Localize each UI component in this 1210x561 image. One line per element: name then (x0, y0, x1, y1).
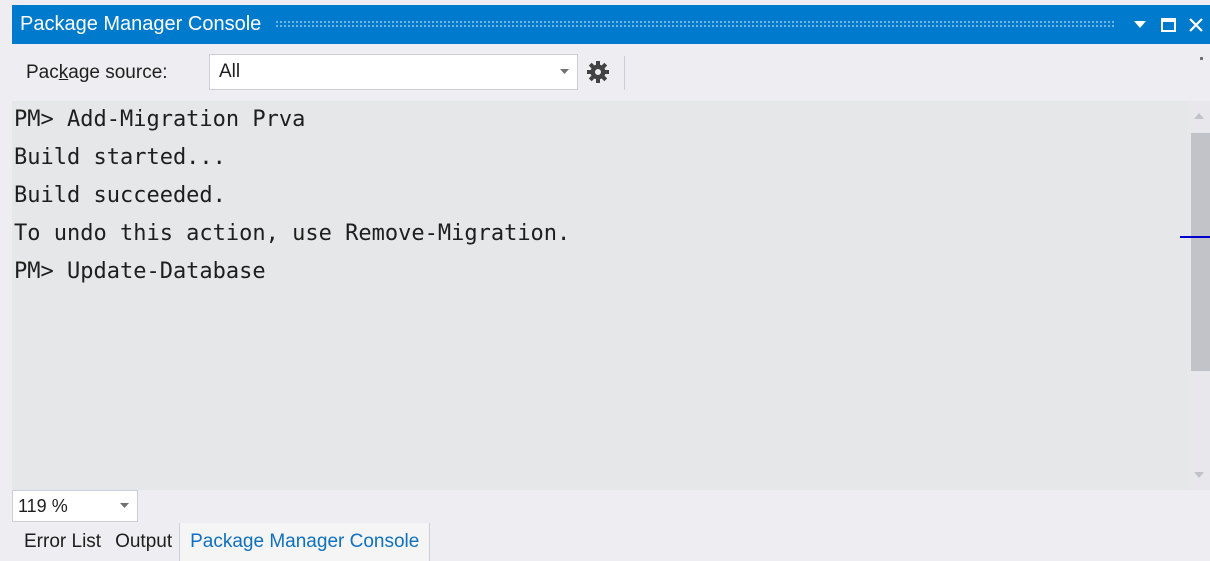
vertical-scrollbar[interactable] (1180, 101, 1210, 490)
console-toolbar: Package source: All (12, 44, 1210, 101)
maximize-icon (1160, 17, 1176, 32)
console-line: PM> Update-Database (14, 259, 266, 284)
tab-package-manager-console[interactable]: Package Manager Console (179, 523, 431, 561)
console-line: Build succeeded. (14, 183, 226, 208)
scroll-down-button[interactable] (1188, 460, 1210, 490)
scroll-position-marker (1180, 236, 1210, 238)
package-source-value: All (219, 61, 241, 82)
settings-button[interactable] (584, 58, 612, 86)
window-position-dropdown-button[interactable] (1126, 5, 1154, 44)
package-source-dropdown[interactable]: All (209, 54, 578, 90)
close-icon (1189, 17, 1203, 32)
maximize-button[interactable] (1154, 5, 1182, 44)
tab-error-list[interactable]: Error List (12, 523, 108, 561)
dropdown-arrow-icon (1134, 20, 1146, 28)
close-button[interactable] (1182, 5, 1210, 44)
scroll-up-icon (1194, 113, 1204, 119)
package-source-label: Package source: (26, 61, 168, 83)
gear-icon (587, 61, 609, 83)
zoom-level-value: 119 % (18, 495, 68, 516)
chevron-down-icon[interactable] (551, 69, 577, 75)
drag-grip[interactable] (275, 20, 1114, 29)
tool-window-tabs: Error List Output Package Manager Consol… (12, 523, 1210, 561)
console-line: To undo this action, use Remove-Migratio… (14, 221, 571, 246)
console-line: PM> Add-Migration Prva (14, 107, 306, 132)
console-line: Build started... (14, 145, 226, 170)
zoom-level-dropdown[interactable]: 119 % (12, 490, 138, 522)
toolbar-overflow-indicator[interactable] (1200, 57, 1203, 60)
tab-output[interactable]: Output (108, 523, 179, 561)
chevron-down-icon[interactable] (111, 503, 137, 509)
console-output[interactable]: PM> Add-Migration Prva Build started... … (12, 101, 1188, 490)
toolbar-separator (624, 56, 625, 90)
window-title: Package Manager Console (20, 13, 262, 35)
tool-window-title-bar[interactable]: Package Manager Console (12, 5, 1210, 44)
scroll-down-icon (1194, 472, 1204, 478)
scroll-up-button[interactable] (1188, 101, 1210, 131)
scrollbar-thumb[interactable] (1191, 133, 1210, 371)
